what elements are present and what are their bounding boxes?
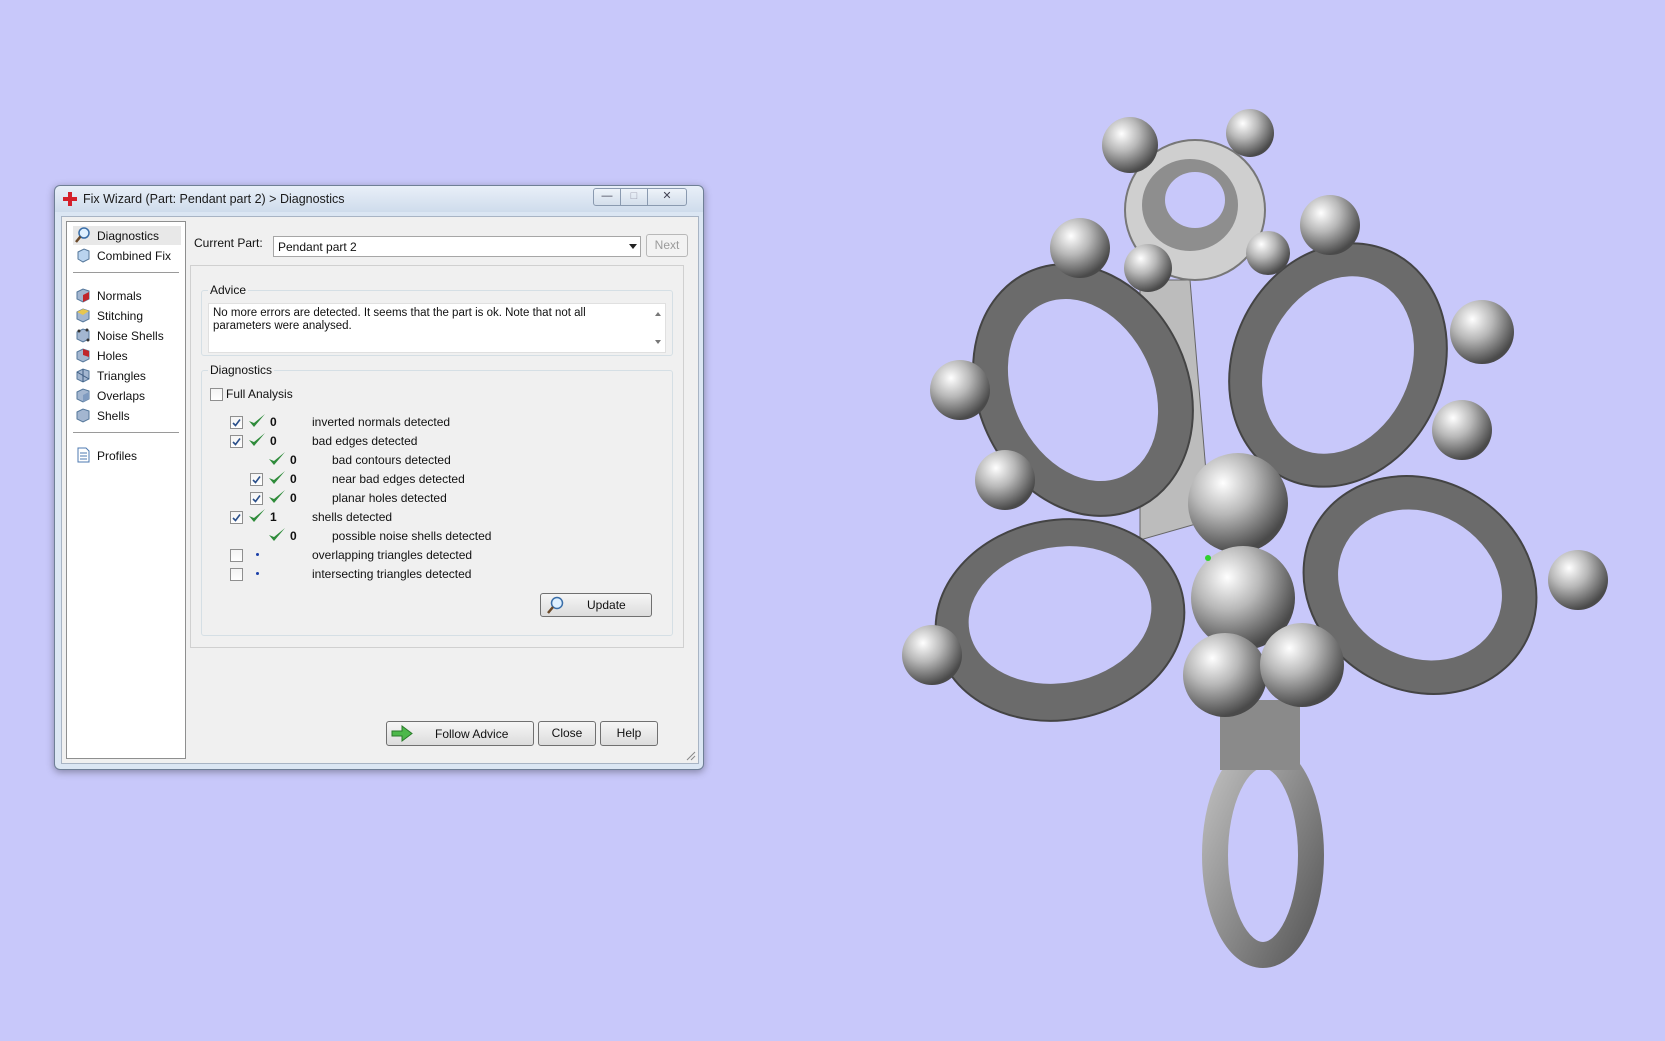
count-near-bad-edges: 0 [290,472,297,486]
sidebar-item-combined-fix[interactable]: Combined Fix [73,246,181,265]
cube-dots-icon [76,328,90,343]
advice-title: Advice [208,283,249,297]
count-noise-shells: 0 [290,529,297,543]
label-bad-edges: bad edges detected [312,434,418,448]
count-planar-holes: 0 [290,491,297,505]
sidebar-item-diagnostics[interactable]: Diagnostics [73,226,181,245]
count-bad-edges: 0 [270,434,277,448]
diagnostics-group: Diagnostics Full Analysis 0 inverted nor… [201,363,673,636]
advice-group: Advice No more errors are detected. It s… [201,283,673,356]
full-analysis-checkbox[interactable] [210,388,223,401]
label-planar-holes: planar holes detected [332,491,447,505]
cube-icon [76,408,90,423]
label-intersecting-triangles: intersecting triangles detected [312,567,472,581]
cube-yellow-icon [76,308,90,323]
count-inverted-normals: 0 [270,415,277,429]
magnifier-icon [75,227,90,243]
advice-textbox[interactable]: No more errors are detected. It seems th… [208,303,666,353]
full-analysis-label: Full Analysis [226,387,293,401]
scroll-up-icon[interactable] [655,312,661,316]
label-inverted-normals: inverted normals detected [312,415,451,429]
check-icon [269,490,285,503]
sidebar-item-overlaps[interactable]: Overlaps [73,386,181,405]
diag-checkbox-shells[interactable] [230,511,243,524]
check-icon [269,452,285,465]
document-icon [77,447,90,463]
check-icon [269,471,285,484]
fix-wizard-dialog: Fix Wizard (Part: Pendant part 2) > Diag… [54,185,704,770]
sidebar-divider [73,272,179,273]
label-near-bad-edges: near bad edges detected [332,472,465,486]
advice-text: No more errors are detected. It seems th… [213,307,586,332]
follow-advice-label: Follow Advice [435,727,509,741]
follow-advice-button[interactable]: Follow Advice [386,721,534,746]
cube-icon [76,368,90,383]
sidebar-item-profiles[interactable]: Profiles [73,446,181,465]
diag-checkbox-inverted-normals[interactable] [230,416,243,429]
window-title: Fix Wizard (Part: Pendant part 2) > Diag… [83,192,345,206]
help-button[interactable]: Help [600,721,658,746]
fix-sidebar: Diagnostics Combined Fix Normals Stitchi… [66,221,186,759]
dialog-client: Diagnostics Combined Fix Normals Stitchi… [61,216,699,764]
label-bad-contours: bad contours detected [332,453,451,467]
maximize-button[interactable]: □ [620,188,648,206]
scroll-down-icon[interactable] [655,340,661,344]
count-bad-contours: 0 [290,453,297,467]
label-shells: shells detected [312,510,393,524]
magnifier-icon [547,596,564,614]
arrow-right-icon [391,725,413,742]
sidebar-item-noise-shells[interactable]: Noise Shells [73,326,181,345]
diag-checkbox-bad-edges[interactable] [230,435,243,448]
pending-dot-icon [256,572,259,575]
resize-grip-icon[interactable] [686,751,696,761]
current-part-value: Pendant part 2 [278,240,357,254]
current-part-dropdown[interactable]: Pendant part 2 [273,236,641,257]
update-button[interactable]: Update [540,593,652,617]
sidebar-item-stitching[interactable]: Stitching [73,306,181,325]
cube-red-icon [76,288,90,303]
pending-dot-icon [256,553,259,556]
update-label: Update [587,598,626,612]
red-cross-icon [63,192,77,206]
diag-checkbox-planar-holes[interactable] [250,492,263,505]
sidebar-item-holes[interactable]: Holes [73,346,181,365]
diagnostics-panel: Advice No more errors are detected. It s… [190,265,684,648]
diagnostics-title: Diagnostics [208,363,275,377]
chevron-down-icon [629,244,637,249]
current-part-label: Current Part: [194,236,263,250]
check-icon [249,509,265,522]
label-overlapping-triangles: overlapping triangles detected [312,548,473,562]
close-window-button[interactable]: ✕ [647,188,687,206]
cube-icon [76,388,90,403]
minimize-button[interactable]: — [593,188,621,206]
close-button[interactable]: Close [538,721,596,746]
diag-checkbox-overlapping-triangles[interactable] [230,549,243,562]
title-bar[interactable]: Fix Wizard (Part: Pendant part 2) > Diag… [55,186,703,212]
next-button[interactable]: Next [646,234,688,257]
count-shells: 1 [270,510,277,524]
sidebar-divider [73,432,179,433]
sidebar-item-normals[interactable]: Normals [73,286,181,305]
diag-checkbox-intersecting-triangles[interactable] [230,568,243,581]
check-icon [249,433,265,446]
cube-icon [77,248,90,263]
check-icon [249,414,265,427]
cube-red-icon [76,348,90,363]
sidebar-item-shells[interactable]: Shells [73,406,181,425]
sidebar-item-triangles[interactable]: Triangles [73,366,181,385]
check-icon [269,528,285,541]
label-noise-shells: possible noise shells detected [332,529,492,543]
diag-checkbox-near-bad-edges[interactable] [250,473,263,486]
